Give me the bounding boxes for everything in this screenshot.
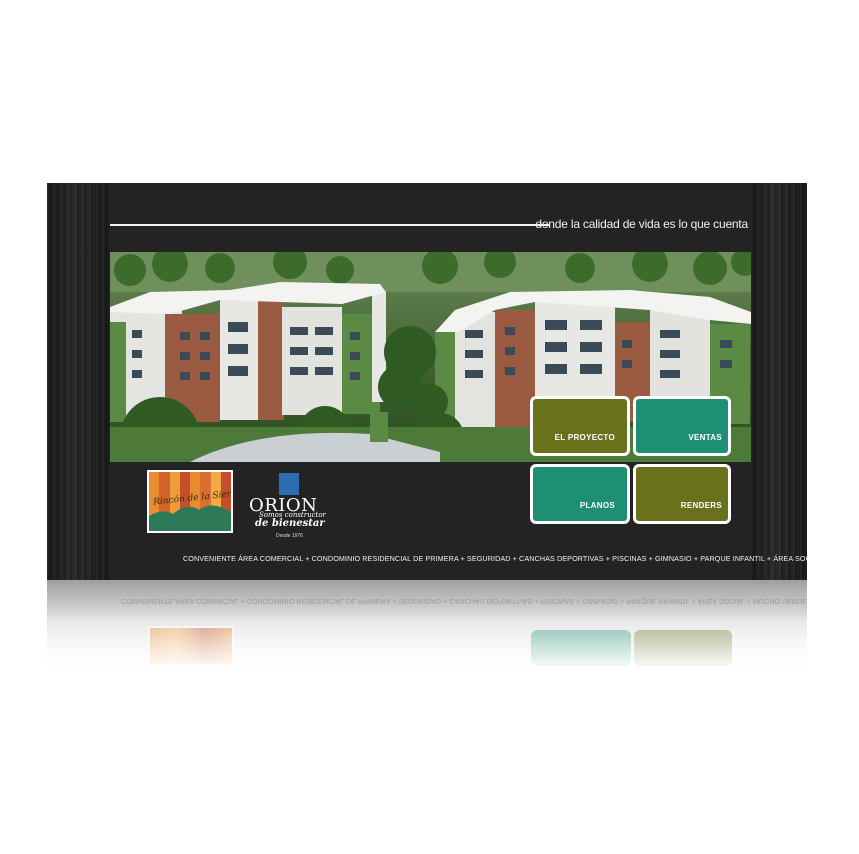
content-area: donde la calidad de vida es lo que cuent…	[109, 183, 807, 580]
wood-border-right	[751, 183, 807, 580]
features-reflection: CONVENIENTE ÁREA COMERCIAL + CONDOMINIO …	[121, 597, 807, 606]
menu-ventas-button[interactable]: VENTAS	[633, 396, 731, 456]
site-panel: donde la calidad de vida es lo que cuent…	[47, 183, 807, 580]
orion-mark-icon	[279, 473, 299, 495]
project-logo[interactable]: Rincón de la Sierra	[147, 470, 233, 533]
company-logo[interactable]: ORION Somos constructor de bienestar Des…	[249, 473, 329, 541]
menu-el-proyecto-button[interactable]: EL PROYECTO	[530, 396, 630, 456]
menu-planos-label: PLANOS	[579, 501, 615, 510]
menu-el-proyecto-label: EL PROYECTO	[554, 433, 615, 442]
company-slogan-line2: de bienestar	[255, 518, 325, 529]
panel-reflection: CONVENIENTE ÁREA COMERCIAL + CONDOMINIO …	[47, 580, 807, 683]
tagline: donde la calidad de vida es lo que cuent…	[535, 217, 748, 231]
reflection-fade	[47, 613, 807, 683]
wood-border-left	[47, 183, 109, 580]
company-since: Desde 1976	[276, 533, 303, 539]
menu-renders-button[interactable]: RENDERS	[633, 464, 731, 524]
features-list: CONVENIENTE ÁREA COMERCIAL + CONDOMINIO …	[183, 554, 807, 563]
header-rule	[110, 224, 550, 226]
menu-planos-button[interactable]: PLANOS	[530, 464, 630, 524]
menu-renders-label: RENDERS	[680, 501, 722, 510]
menu-ventas-label: VENTAS	[688, 433, 722, 442]
